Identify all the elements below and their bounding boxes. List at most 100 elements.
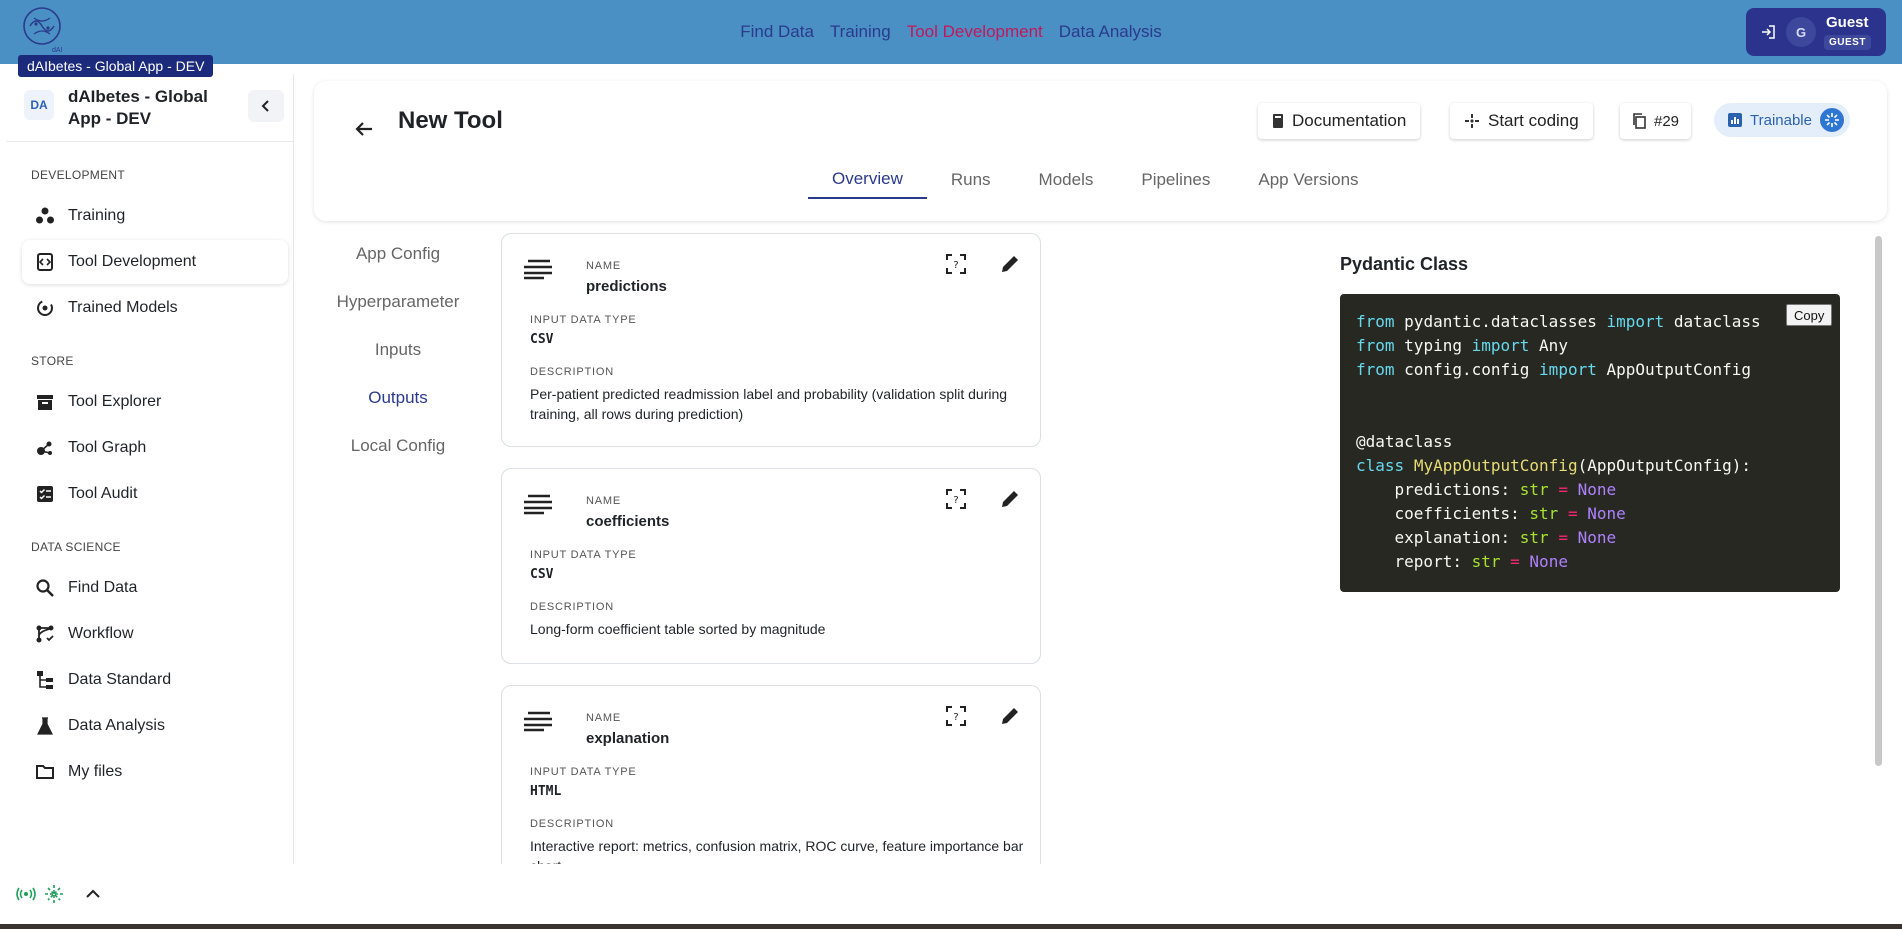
sidebar-item-label: My files xyxy=(68,763,123,780)
sidebar-item-data-standard[interactable]: Data Standard xyxy=(22,658,288,702)
documentation-button[interactable]: Documentation xyxy=(1258,103,1421,139)
sidebar-item-my-files[interactable]: My files xyxy=(22,750,288,794)
broadcast-icon[interactable] xyxy=(16,886,36,902)
subnav-inputs[interactable]: Inputs xyxy=(318,326,478,374)
section-title-store: STORE xyxy=(31,354,74,368)
top-nav: Find Data Training Tool Development Data… xyxy=(0,0,1902,64)
top-nav-tool-development[interactable]: Tool Development xyxy=(907,22,1043,42)
output-type: HTML xyxy=(530,784,562,799)
name-label: NAME xyxy=(586,260,621,272)
sidebar-item-tool-development[interactable]: Tool Development xyxy=(22,240,288,284)
tab-runs[interactable]: Runs xyxy=(927,161,1015,199)
pencil-icon xyxy=(1002,256,1018,272)
tab-pipelines[interactable]: Pipelines xyxy=(1117,161,1234,199)
text-lines-icon xyxy=(524,494,552,515)
copy-code-button[interactable]: Copy xyxy=(1786,304,1833,326)
config-subnav: App Config Hyperparameter Inputs Outputs… xyxy=(318,230,478,470)
edit-button[interactable] xyxy=(996,485,1024,513)
chevron-up-icon[interactable] xyxy=(82,886,104,902)
pencil-icon xyxy=(1002,708,1018,724)
expand-button[interactable]: ? xyxy=(942,250,970,278)
tab-models[interactable]: Models xyxy=(1015,161,1118,199)
top-nav-data-analysis[interactable]: Data Analysis xyxy=(1059,22,1162,42)
svg-text:?: ? xyxy=(953,260,958,271)
output-card-predictions: NAME predictions ? INPUT DATA TYPE CSV D… xyxy=(501,233,1041,447)
workspace-header: DA dAIbetes - Global App - DEV xyxy=(6,74,294,142)
code-line-class: class MyAppOutputConfig(AppOutputConfig)… xyxy=(1356,456,1751,475)
sidebar-item-tool-graph[interactable]: Tool Graph xyxy=(22,426,288,470)
user-menu[interactable]: G Guest GUEST xyxy=(1746,8,1886,56)
login-icon[interactable] xyxy=(1760,24,1776,40)
tool-development-icon xyxy=(34,251,56,273)
sidebar-item-label: Tool Graph xyxy=(68,439,147,456)
expand-button[interactable]: ? xyxy=(942,485,970,513)
code-field: coefficients: str = None xyxy=(1394,504,1626,523)
collapse-sidebar-button[interactable] xyxy=(248,90,284,122)
bottom-status-icons xyxy=(16,884,104,904)
description-label: DESCRIPTION xyxy=(530,818,614,830)
top-nav-find-data[interactable]: Find Data xyxy=(740,22,814,42)
copy-icon xyxy=(1633,113,1646,129)
trained-models-icon xyxy=(34,297,56,319)
output-name: explanation xyxy=(586,730,670,747)
edit-button[interactable] xyxy=(996,702,1024,730)
tab-overview[interactable]: Overview xyxy=(808,161,927,199)
sidebar-item-label: Workflow xyxy=(68,625,134,642)
code-line-import-2: from typing import Any xyxy=(1356,336,1568,355)
spinner-icon xyxy=(1819,108,1844,132)
pencil-icon xyxy=(1002,491,1018,507)
subnav-hyperparameter[interactable]: Hyperparameter xyxy=(318,278,478,326)
edit-button[interactable] xyxy=(996,250,1024,278)
chevron-left-icon xyxy=(261,100,269,112)
sidebar-item-tool-explorer[interactable]: Tool Explorer xyxy=(22,380,288,424)
sidebar-item-trained-models[interactable]: Trained Models xyxy=(22,286,288,330)
folder-icon xyxy=(34,761,56,783)
expand-button[interactable]: ? xyxy=(942,702,970,730)
tool-id-label: #29 xyxy=(1654,112,1680,130)
workflow-icon xyxy=(34,623,56,645)
workspace-name: dAIbetes - Global App - DEV xyxy=(68,87,208,128)
description-label: DESCRIPTION xyxy=(530,601,614,613)
output-description: Per-patient predicted readmission label … xyxy=(530,386,1008,422)
copy-id-button[interactable]: #29 xyxy=(1620,103,1692,139)
code-line-decorator: @dataclass xyxy=(1356,432,1453,451)
desktop-strip xyxy=(0,924,1902,929)
trainable-badge[interactable]: Trainable xyxy=(1714,103,1850,137)
book-icon xyxy=(1273,114,1283,128)
sidebar-item-label: Tool Development xyxy=(68,253,197,270)
page-title: New Tool xyxy=(398,107,503,134)
sidebar-item-label: Data Analysis xyxy=(68,717,165,734)
type-label: INPUT DATA TYPE xyxy=(530,314,637,326)
pydantic-title: Pydantic Class xyxy=(1340,254,1469,274)
sidebar-item-data-analysis[interactable]: Data Analysis xyxy=(22,704,288,748)
checklist-icon xyxy=(34,483,56,505)
training-icon xyxy=(34,205,56,227)
start-coding-button[interactable]: Start coding xyxy=(1450,103,1593,139)
sidebar-item-workflow[interactable]: Workflow xyxy=(22,612,288,656)
tool-header-card: New Tool Documentation Start coding #29 … xyxy=(314,81,1887,221)
back-arrow-icon[interactable] xyxy=(350,115,378,143)
subnav-local-config[interactable]: Local Config xyxy=(318,422,478,470)
code-line-import-1: from pydantic.dataclasses import datacla… xyxy=(1356,312,1761,331)
hierarchy-icon xyxy=(34,669,56,691)
workspace-badge: DA xyxy=(24,90,54,120)
tab-app-versions[interactable]: App Versions xyxy=(1234,161,1382,199)
output-description: Long-form coefficient table sorted by ma… xyxy=(530,621,826,637)
scrollbar[interactable] xyxy=(1875,236,1882,766)
sidebar-item-label: Tool Explorer xyxy=(68,393,162,410)
subnav-outputs[interactable]: Outputs xyxy=(318,374,478,422)
code-field: explanation: str = None xyxy=(1394,528,1617,547)
type-label: INPUT DATA TYPE xyxy=(530,766,637,778)
subnav-app-config[interactable]: App Config xyxy=(318,230,478,278)
sidebar-item-tool-audit[interactable]: Tool Audit xyxy=(22,472,288,516)
top-nav-training[interactable]: Training xyxy=(830,22,891,42)
output-description: Interactive report: metrics, confusion m… xyxy=(530,838,1024,864)
sidebar: DA dAIbetes - Global App - DEV DEVELOPME… xyxy=(6,74,294,864)
sidebar-item-training[interactable]: Training xyxy=(22,194,288,238)
tool-tabs: Overview Runs Models Pipelines App Versi… xyxy=(808,161,1383,201)
sidebar-item-find-data[interactable]: Find Data xyxy=(22,566,288,610)
section-title-data-science: DATA SCIENCE xyxy=(31,540,121,554)
description-label: DESCRIPTION xyxy=(530,366,614,378)
fullscreen-icon: ? xyxy=(946,489,966,509)
network-status-icon[interactable] xyxy=(44,884,64,904)
